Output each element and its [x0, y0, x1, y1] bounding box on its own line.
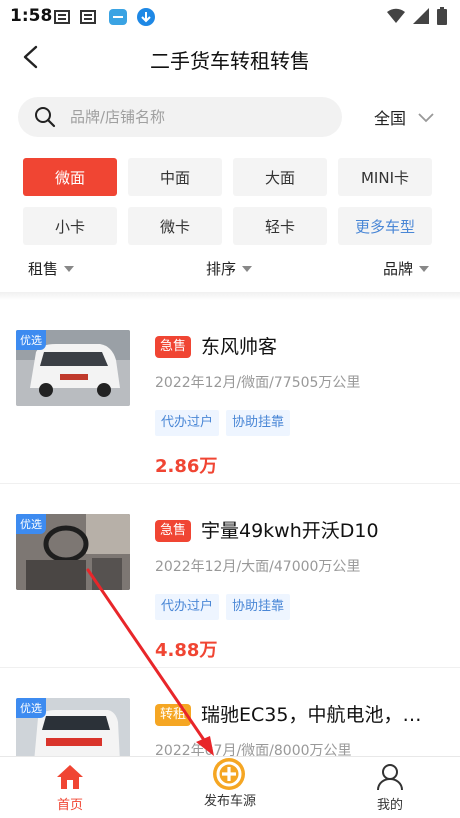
nav-label: 发布车源: [203, 794, 256, 809]
filter-divider: [0, 292, 460, 300]
category-chip-xiaoka[interactable]: 小卡: [23, 207, 117, 245]
bottom-navigation: 首页 发布车源 我的: [0, 756, 460, 818]
filter-label: 排序: [206, 260, 237, 278]
chip-label: 轻卡: [264, 217, 295, 236]
category-chip-weika[interactable]: 微卡: [128, 207, 222, 245]
search-input[interactable]: [70, 97, 330, 137]
chip-label: 微卡: [159, 217, 190, 236]
category-chip-qingka[interactable]: 轻卡: [233, 207, 327, 245]
weibo-notification-icon: [78, 7, 98, 27]
listing-meta: 2022年12月/大面/47000万公里: [155, 559, 361, 575]
chip-label: 中面: [159, 168, 190, 187]
wifi-icon: [386, 7, 406, 29]
category-chip-mini[interactable]: MINI卡: [338, 158, 432, 196]
filter-label: 品牌: [383, 260, 414, 278]
chip-label: 更多车型: [354, 217, 415, 236]
caret-down-icon: [242, 265, 253, 272]
category-chip-more[interactable]: 更多车型: [338, 207, 432, 245]
category-chip-weimian[interactable]: 微面: [23, 158, 117, 196]
caret-down-icon: [419, 265, 430, 272]
chip-label: 大面: [264, 168, 295, 187]
listing-price: 4.88万: [155, 640, 218, 661]
signal-icon: [412, 7, 430, 29]
status-bar: 1:58: [0, 0, 460, 34]
filter-brand[interactable]: 品牌: [383, 258, 430, 279]
listing-title: 宇量49kwh开沃D10: [201, 520, 379, 542]
listing-price: 2.86万: [155, 456, 218, 477]
listing-title: 东风帅客: [201, 336, 278, 358]
listing-meta: 2022年12月/微面/77505万公里: [155, 375, 361, 391]
chevron-down-icon: [418, 108, 434, 127]
nav-publish[interactable]: 发布车源: [170, 757, 290, 818]
status-tag: 转租: [155, 704, 192, 726]
page-title: 二手货车转租转售: [150, 49, 310, 73]
category-chip-damian[interactable]: 大面: [233, 158, 327, 196]
filter-rent-sale[interactable]: 租售: [28, 258, 75, 279]
vehicle-photo: 优选: [16, 514, 130, 590]
service-tag: 协助挂靠: [226, 410, 291, 436]
listing-item[interactable]: 优选 急售 宇量49kwh开沃D10 2022年12月/大面/47000万公里 …: [0, 484, 460, 668]
status-tag: 急售: [155, 520, 192, 542]
user-icon: [376, 763, 404, 795]
region-label: 全国: [374, 109, 407, 128]
category-chip-zhongmian[interactable]: 中面: [128, 158, 222, 196]
featured-badge: 优选: [16, 330, 46, 350]
listing-title: 瑞驰EC35，中航电池，…: [201, 704, 422, 726]
home-icon: [55, 763, 85, 795]
service-tag: 代办过户: [155, 410, 220, 436]
featured-badge: 优选: [16, 514, 46, 534]
caret-down-icon: [64, 265, 75, 272]
region-selector[interactable]: 全国: [374, 104, 434, 130]
chip-label: 微面: [54, 168, 85, 187]
featured-badge: 优选: [16, 698, 46, 718]
status-indicators: [386, 6, 448, 30]
battery-icon: [436, 6, 448, 30]
service-tag: 代办过户: [155, 594, 220, 620]
chip-label: 小卡: [54, 217, 85, 236]
filter-sort[interactable]: 排序: [206, 258, 253, 279]
listing-item[interactable]: 优选 急售 东风帅客 2022年12月/微面/77505万公里 代办过户 协助挂…: [0, 300, 460, 484]
nav-mine[interactable]: 我的: [330, 757, 450, 818]
app-notification-icon: [108, 7, 128, 27]
status-time: 1:58: [10, 6, 53, 26]
header: 二手货车转租转售: [0, 34, 460, 84]
weibo-notification-icon: [52, 7, 72, 27]
filter-label: 租售: [28, 260, 59, 278]
nav-label: 首页: [56, 798, 83, 813]
search-bar: [18, 97, 342, 137]
download-icon: [136, 7, 156, 27]
service-tag: 协助挂靠: [226, 594, 291, 620]
vehicle-photo: 优选: [16, 330, 130, 406]
nav-label: 我的: [376, 798, 403, 813]
chip-label: MINI卡: [360, 168, 409, 187]
nav-home[interactable]: 首页: [10, 757, 130, 818]
status-tag: 急售: [155, 336, 192, 358]
search-icon: [34, 106, 56, 132]
